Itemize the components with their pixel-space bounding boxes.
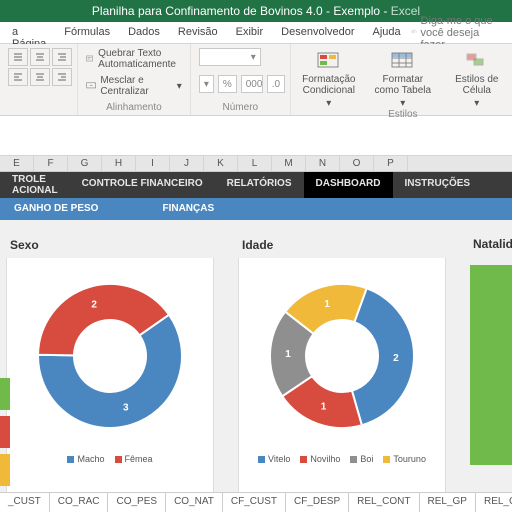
ribbon-tabs: a PáginaFórmulasDadosRevisãoExibirDesenv…: [0, 22, 512, 44]
legend-item: Fêmea: [115, 454, 153, 464]
percent-button[interactable]: %: [218, 75, 237, 93]
dashboard-nav-tabs: TROLEACIONALCONTROLE FINANCEIRORELATÓRIO…: [0, 172, 512, 198]
number-format-dropdown[interactable]: ▾: [199, 48, 261, 66]
panel-title-nat: Natalid: [469, 231, 512, 257]
conditional-format-button[interactable]: Formatação Condicional ▾: [299, 50, 359, 109]
donut-chart-idade: 2 1 1 1: [247, 268, 437, 448]
panel-sexo: Sexo 32 MachoFêmea: [6, 232, 214, 504]
dashboard-subnav: GANHO DE PESO FINANÇAS: [0, 198, 512, 220]
ribbon-tab[interactable]: Revisão: [170, 22, 228, 43]
ribbon-tab[interactable]: Ajuda: [365, 22, 411, 43]
panel-title-idade: Idade: [238, 232, 446, 258]
comma-button[interactable]: 000: [241, 75, 263, 93]
nav-tab[interactable]: TROLEACIONAL: [0, 172, 70, 198]
sheet-tab[interactable]: CO_PES: [108, 493, 166, 512]
side-color-chips: [0, 378, 10, 486]
ribbon-tab[interactable]: Exibir: [228, 22, 274, 43]
inc-dec-button[interactable]: .0: [267, 75, 285, 93]
cell-styles-button[interactable]: Estilos de Célula ▾: [447, 50, 507, 109]
svg-text:1: 1: [321, 402, 327, 413]
nav-tab[interactable]: CONTROLE FINANCEIRO: [70, 172, 215, 198]
panel-title-sexo: Sexo: [6, 232, 214, 258]
svg-text:1: 1: [324, 299, 330, 310]
formula-bar-area: [0, 116, 512, 156]
dashboard-area: Sexo 32 MachoFêmea Idade 2111 ViteloNovi…: [0, 220, 512, 504]
sheet-tab[interactable]: CO_RAC: [50, 493, 109, 512]
nav-tab[interactable]: INSTRUÇÕES: [393, 172, 483, 198]
wrap-text-button[interactable]: Quebrar Texto Automaticamente: [86, 48, 182, 70]
format-table-button[interactable]: Formatar como Tabela ▾: [373, 50, 433, 109]
tell-me-search[interactable]: Diga-me o que você deseja fazer: [411, 22, 512, 43]
worksheet-tabs: _CUSTCO_RACCO_PESCO_NATCF_CUSTCF_DESPREL…: [0, 492, 512, 512]
nav-tab[interactable]: DASHBOARD: [304, 172, 393, 198]
svg-text:2: 2: [393, 353, 399, 364]
legend-item: Novilho: [300, 454, 340, 464]
legend-item: Boi: [350, 454, 373, 464]
ribbon-tab[interactable]: Dados: [120, 22, 170, 43]
svg-text:1: 1: [285, 349, 291, 360]
subnav-item[interactable]: FINANÇAS: [148, 198, 228, 220]
group-label-number: Número: [199, 102, 282, 113]
legend-item: Macho: [67, 454, 104, 464]
sheet-tab[interactable]: _CUST: [0, 493, 50, 512]
ribbon-tab[interactable]: Desenvolvedor: [273, 22, 364, 43]
svg-text:2: 2: [91, 299, 97, 310]
legend-item: Vitelo: [258, 454, 290, 464]
subnav-item[interactable]: GANHO DE PESO: [0, 198, 112, 220]
ribbon-tab[interactable]: a Página: [4, 22, 56, 43]
group-label-styles: Estilos: [299, 109, 507, 120]
sheet-tab[interactable]: REL_CONT: [349, 493, 419, 512]
sheet-tab[interactable]: CO_NAT: [166, 493, 223, 512]
group-label-align: Alinhamento: [86, 102, 182, 113]
ribbon-tab[interactable]: Fórmulas: [56, 22, 120, 43]
sheet-tab[interactable]: REL_GAST: [476, 493, 512, 512]
align-buttons[interactable]: [8, 48, 69, 86]
column-headers[interactable]: EFGHIJKLMNOP: [0, 156, 512, 172]
panel-idade: Idade 2 1 1 1 Vitelo Novilho Boi Touruno: [238, 232, 446, 504]
ribbon: Quebrar Texto Automaticamente Mesclar e …: [0, 44, 512, 116]
legend-item: Touruno: [383, 454, 426, 464]
sheet-tab[interactable]: CF_CUST: [223, 493, 286, 512]
merge-center-button[interactable]: Mesclar e Centralizar ▾: [86, 75, 182, 97]
svg-text:3: 3: [123, 403, 129, 414]
sheet-tab[interactable]: REL_GP: [420, 493, 476, 512]
currency-button[interactable]: ▾: [199, 75, 214, 93]
sheet-tab[interactable]: CF_DESP: [286, 493, 349, 512]
donut-chart-sexo: 32: [15, 268, 205, 448]
nav-tab[interactable]: RELATÓRIOS: [215, 172, 304, 198]
panel-natalidade: Natalid: [470, 232, 512, 504]
